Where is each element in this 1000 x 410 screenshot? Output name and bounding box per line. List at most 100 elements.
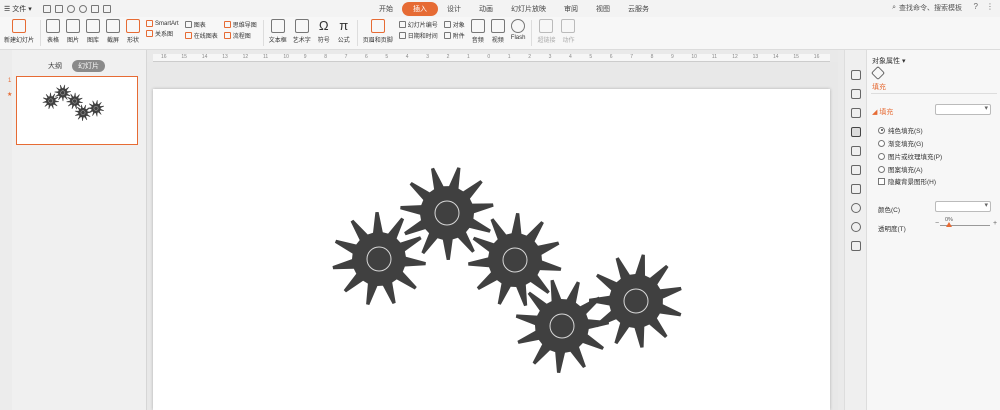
flowchart-button[interactable]: 流程图 — [223, 31, 257, 40]
panel-divider — [871, 93, 997, 94]
ruler-tick-label: 11 — [263, 54, 269, 60]
help-icon[interactable] — [851, 222, 861, 232]
slide-canvas[interactable] — [153, 89, 830, 410]
hyperlink-button[interactable]: 超链接 — [537, 17, 555, 44]
copy-icon[interactable] — [90, 4, 99, 13]
symbol-button[interactable]: Ω 符号 — [317, 17, 331, 44]
ruler-tick-label: 12 — [732, 54, 738, 60]
fill-option-3[interactable]: 图案填充(A) — [878, 164, 923, 174]
screenshot-button[interactable]: 截屏 — [106, 17, 121, 44]
tab-0[interactable]: 开始 — [370, 2, 402, 16]
action-button[interactable]: 动作 — [561, 17, 576, 44]
ruler-tick-label: 3 — [548, 54, 552, 60]
picture-button[interactable]: 图片 — [66, 17, 81, 44]
quick-access-toolbar — [42, 4, 111, 13]
transparency-slider[interactable] — [940, 222, 990, 227]
undo-icon[interactable] — [66, 4, 75, 13]
ribbon-tabs: 开始 插入 设计 动画 幻灯片放映 审阅 视图 云服务 — [370, 0, 658, 17]
gallery-button[interactable]: 图库 — [86, 17, 101, 44]
fill-section-header[interactable]: ◢ 填充 — [872, 107, 893, 117]
tab-1[interactable]: 插入 — [402, 1, 438, 16]
tab-outline[interactable]: 大纲 — [48, 61, 62, 71]
file-menu[interactable]: ☰ 文件 ▾ — [4, 4, 32, 14]
tab-5[interactable]: 审阅 — [555, 2, 587, 16]
audio-button[interactable]: 音频 — [470, 17, 485, 44]
wordart-button[interactable]: 艺术字 — [293, 17, 311, 44]
layout-icon[interactable] — [851, 146, 861, 156]
print-icon[interactable] — [54, 4, 63, 13]
checkbox[interactable] — [878, 177, 885, 185]
video-button[interactable]: 视频 — [490, 17, 505, 44]
panel-title[interactable]: 对象属性 ▾ — [872, 56, 905, 66]
pane-collapse-strip[interactable] — [0, 50, 12, 410]
copy-icon[interactable] — [851, 89, 861, 99]
fill-option-label: 纯色填充(S) — [888, 128, 923, 135]
tab-6[interactable]: 视图 — [587, 2, 619, 16]
hide-background-checkbox[interactable]: 隐藏背景图形(H) — [878, 176, 936, 186]
smartart-button[interactable]: SmartArt — [146, 20, 179, 27]
transparency-increase[interactable]: + — [993, 220, 997, 227]
relation-button[interactable]: 关系图 — [146, 29, 179, 38]
radio-button[interactable] — [878, 139, 885, 147]
tab-7[interactable]: 云服务 — [619, 2, 658, 16]
gallery-icon — [86, 19, 101, 33]
pin-icon[interactable] — [851, 70, 861, 80]
chart-button[interactable]: 图表 — [184, 20, 218, 29]
slider-knob[interactable] — [946, 222, 952, 227]
fill-type-dropdown[interactable] — [935, 104, 991, 115]
slide-transition-icon[interactable] — [851, 184, 861, 194]
slide-thumbnail[interactable] — [16, 76, 138, 145]
command-search[interactable]: ⌕ 查找命令、搜索模板 — [892, 3, 962, 13]
ruler-tick-label: 7 — [344, 54, 348, 60]
object-group: 对象 附件 — [443, 17, 465, 40]
shape-icon[interactable] — [851, 108, 861, 118]
format-painter-icon[interactable] — [102, 4, 111, 13]
properties-icon[interactable] — [851, 127, 861, 137]
paint-bucket-icon[interactable] — [870, 65, 886, 81]
gear-shape[interactable] — [400, 167, 494, 260]
gear-shape[interactable] — [589, 254, 682, 348]
tab-4[interactable]: 幻灯片放映 — [502, 2, 555, 16]
fill-option-1[interactable]: 渐变填充(G) — [878, 138, 923, 148]
radio-button[interactable] — [878, 126, 885, 134]
fill-option-0[interactable]: 纯色填充(S) — [878, 125, 923, 135]
gear-shape[interactable] — [54, 84, 71, 102]
gear-shape[interactable] — [515, 279, 609, 373]
textbox-button[interactable]: 文本框 — [269, 17, 287, 44]
object-button[interactable]: 对象 — [443, 20, 465, 29]
radio-button[interactable] — [878, 152, 885, 160]
radio-button[interactable] — [878, 165, 885, 173]
tab-slides[interactable]: 幻灯片 — [72, 60, 105, 72]
table-button[interactable]: 表格 — [46, 17, 61, 44]
gear-group[interactable] — [153, 89, 830, 410]
color-dropdown[interactable] — [935, 201, 991, 212]
save-icon[interactable] — [42, 4, 51, 13]
mindmap-button[interactable]: 思维导图 — [223, 20, 257, 29]
gear-shape[interactable] — [87, 100, 104, 117]
gear-shape[interactable] — [332, 212, 426, 305]
formula-button[interactable]: π 公式 — [337, 17, 351, 44]
transparency-decrease[interactable]: − — [935, 220, 939, 227]
more-icon[interactable]: ⋮ — [986, 2, 994, 11]
star-icon[interactable] — [851, 165, 861, 175]
flash-button[interactable]: Flash — [511, 17, 525, 41]
slide-number-button[interactable]: 幻灯片编号 — [398, 20, 438, 29]
shape-button[interactable]: 形状 — [126, 17, 141, 44]
gear-shape[interactable] — [42, 92, 59, 109]
fill-option-2[interactable]: 图片或纹理填充(P) — [878, 151, 942, 161]
header-footer-button[interactable]: 页眉和页脚 — [363, 17, 393, 44]
gear-shape[interactable] — [74, 104, 92, 121]
datetime-button[interactable]: 日期和时间 — [398, 31, 438, 40]
new-slide-button[interactable]: 新建幻灯片 — [4, 17, 34, 44]
ruler-tick-label: 9 — [303, 54, 307, 60]
tab-2[interactable]: 设计 — [438, 2, 470, 16]
transparency-label: 透明度(T) — [878, 226, 906, 233]
attachment-button[interactable]: 附件 — [443, 31, 465, 40]
help-icon[interactable]: ? — [974, 2, 978, 11]
tab-3[interactable]: 动画 — [470, 2, 502, 16]
redo-icon[interactable] — [78, 4, 87, 13]
history-icon[interactable] — [851, 203, 861, 213]
apps-icon[interactable] — [851, 241, 861, 251]
hide-background-label: 隐藏背景图形(H) — [888, 179, 937, 186]
online-chart-button[interactable]: 在线图表 — [184, 31, 218, 40]
